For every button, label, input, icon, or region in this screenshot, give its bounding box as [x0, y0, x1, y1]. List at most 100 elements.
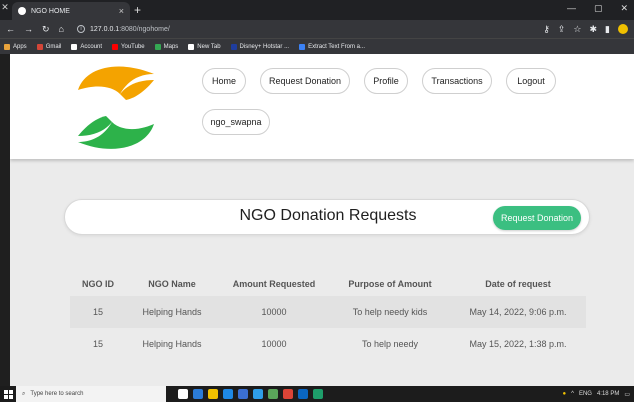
- tray-lang[interactable]: ENG: [579, 391, 592, 397]
- header-ngo-id: NGO ID: [81, 279, 114, 289]
- key-icon[interactable]: ⚷: [543, 24, 550, 35]
- requests-header-card: NGO Donation Requests Request Donation: [64, 199, 590, 235]
- bookmark-label: YouTube: [121, 43, 145, 50]
- chrome-icon[interactable]: [283, 389, 293, 399]
- header-date: Date of request: [485, 279, 551, 289]
- weather-icon[interactable]: ●: [563, 391, 567, 397]
- bookmark-favicon-icon: [230, 43, 237, 50]
- tab-close-icon[interactable]: ×: [119, 6, 124, 16]
- bookmark-label: Disney+ Hotstar ...: [239, 43, 290, 50]
- left-window-edge: [0, 54, 10, 386]
- bookmark-favicon-icon: [36, 43, 43, 50]
- store-icon[interactable]: [238, 389, 248, 399]
- bookmark-item[interactable]: Disney+ Hotstar ...: [230, 43, 290, 50]
- maximize-icon[interactable]: ▢: [594, 3, 603, 14]
- bookmark-favicon-icon: [299, 43, 306, 50]
- back-icon[interactable]: ←: [6, 24, 15, 34]
- header-amount: Amount Requested: [232, 279, 316, 289]
- cell-date: May 14, 2022, 9:06 p.m.: [469, 307, 567, 317]
- bookmark-item[interactable]: YouTube: [112, 43, 145, 50]
- cell-ngo-id: 15: [92, 339, 103, 349]
- system-tray: ● ^ ENG 4:18 PM ▭: [563, 391, 634, 398]
- taskbar-apps: [178, 389, 323, 399]
- star-icon[interactable]: ☆: [573, 24, 581, 35]
- site-header: Home Request Donation Profile Transactio…: [10, 54, 634, 159]
- bookmarks-bar: Apps Gmail Account YouTube Maps New Tab Disney…: [0, 38, 634, 54]
- taskbar-search-input[interactable]: ⌕ Type here to search: [16, 386, 166, 402]
- bookmark-item[interactable]: Maps: [154, 43, 179, 50]
- requests-table: NGO ID NGO Name Amount Requested Purpose…: [70, 272, 586, 360]
- home-icon[interactable]: ⌂: [59, 24, 64, 34]
- cell-purpose: To help needy kids: [352, 307, 428, 317]
- cell-amount: 10000: [261, 339, 287, 349]
- file-explorer-icon[interactable]: [208, 389, 218, 399]
- bookmark-label: New Tab: [197, 43, 221, 50]
- minimize-icon[interactable]: —: [567, 3, 576, 14]
- bookmark-item[interactable]: Gmail: [36, 43, 62, 50]
- table-row: 15 Helping Hands 10000 To help needy kid…: [70, 296, 586, 328]
- forward-icon[interactable]: →: [24, 24, 33, 34]
- reload-icon[interactable]: ↻: [42, 24, 50, 35]
- tab-favicon-icon: [18, 7, 26, 15]
- windows-start-button[interactable]: [0, 386, 16, 402]
- sidepanel-icon[interactable]: ▮: [605, 24, 610, 35]
- bookmark-item[interactable]: Account: [71, 43, 102, 50]
- bookmark-favicon-icon: [71, 43, 78, 50]
- share-icon[interactable]: ⇪: [558, 24, 566, 35]
- extensions-icon[interactable]: ✱: [590, 24, 598, 35]
- request-donation-button[interactable]: Request Donation: [493, 206, 581, 230]
- browser-tab-strip: ✕ NGO HOME × + — ▢ ✕: [0, 0, 634, 20]
- cell-amount: 10000: [261, 307, 287, 317]
- bookmark-label: Gmail: [45, 43, 62, 50]
- header-ngo-name: NGO Name: [148, 279, 196, 289]
- window-controls: — ▢ ✕: [567, 3, 628, 14]
- bookmark-label: Maps: [163, 43, 179, 50]
- task-view-icon[interactable]: [178, 389, 188, 399]
- url-host: 127.0.0.1: [89, 25, 120, 33]
- bookmark-item[interactable]: New Tab: [188, 43, 221, 50]
- table-row: 15 Helping Hands 10000 To help needy May…: [70, 328, 586, 360]
- tray-arrow-icon[interactable]: ^: [571, 391, 574, 397]
- address-bar: ← → ↻ ⌂ i 127.0.0.1 :8080/ngohome/ ⚷ ⇪ ☆…: [0, 20, 634, 38]
- bookmark-label: Extract Text From a...: [308, 43, 365, 50]
- widgets-icon[interactable]: [193, 389, 203, 399]
- notifications-icon[interactable]: ▭: [624, 391, 630, 398]
- search-placeholder: Type here to search: [30, 391, 84, 397]
- bookmark-label: Apps: [13, 43, 27, 50]
- bookmark-item[interactable]: Apps: [4, 43, 27, 50]
- url-path: :8080/ngohome/: [119, 25, 170, 33]
- close-icon[interactable]: ✕: [0, 2, 10, 13]
- nav-logout-button[interactable]: Logout: [506, 68, 556, 94]
- app-icon[interactable]: [268, 389, 278, 399]
- browser-tab[interactable]: NGO HOME ×: [12, 2, 130, 20]
- new-tab-button[interactable]: +: [134, 3, 141, 17]
- vscode-icon[interactable]: [253, 389, 263, 399]
- header-purpose: Purpose of Amount: [348, 279, 432, 289]
- excel-icon[interactable]: [313, 389, 323, 399]
- nav-transactions-button[interactable]: Transactions: [422, 68, 492, 94]
- cell-ngo-id: 15: [92, 307, 103, 317]
- username-badge[interactable]: ngo_swapna: [202, 109, 270, 135]
- window-close-icon[interactable]: ✕: [620, 3, 628, 14]
- site-info-icon[interactable]: i: [76, 25, 85, 33]
- bookmark-favicon-icon: [112, 43, 119, 50]
- tab-title: NGO HOME: [31, 7, 70, 15]
- nav-home-button[interactable]: Home: [202, 68, 246, 94]
- nav-request-donation-button[interactable]: Request Donation: [260, 68, 350, 94]
- url-input[interactable]: i 127.0.0.1 :8080/ngohome/: [76, 25, 543, 33]
- bookmark-item[interactable]: Extract Text From a...: [299, 43, 365, 50]
- browser-tools: ⚷ ⇪ ☆ ✱ ▮: [543, 24, 628, 35]
- app-icon[interactable]: [298, 389, 308, 399]
- edge-icon[interactable]: [223, 389, 233, 399]
- bookmark-favicon-icon: [4, 43, 10, 50]
- cell-purpose: To help needy: [361, 339, 419, 349]
- profile-avatar[interactable]: [618, 24, 628, 34]
- bookmark-favicon-icon: [154, 43, 161, 50]
- ngo-logo-icon: [78, 66, 154, 149]
- clock[interactable]: 4:18 PM: [597, 391, 619, 397]
- windows-logo-icon: [3, 389, 13, 399]
- nav-profile-button[interactable]: Profile: [364, 68, 408, 94]
- cell-date: May 15, 2022, 1:38 p.m.: [469, 339, 567, 349]
- search-icon: ⌕: [22, 390, 26, 397]
- page-viewport: Home Request Donation Profile Transactio…: [10, 54, 634, 386]
